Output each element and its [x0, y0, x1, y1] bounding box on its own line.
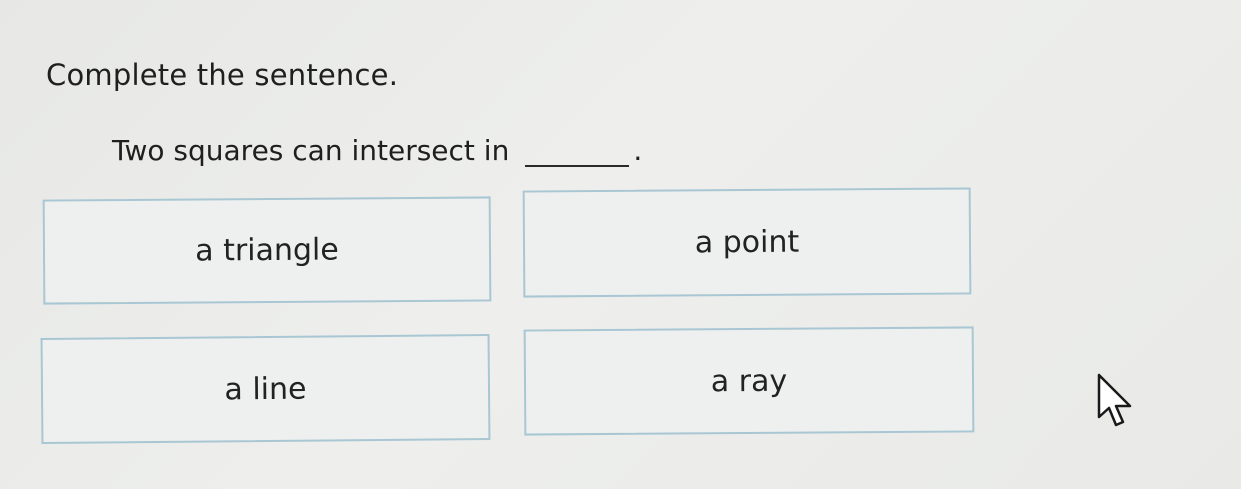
sentence-period: .: [633, 134, 643, 167]
answer-blank: [525, 141, 630, 167]
choice-a-triangle[interactable]: a triangle: [42, 196, 492, 305]
choice-label: a triangle: [195, 232, 339, 269]
choice-a-line[interactable]: a line: [40, 334, 491, 444]
choice-a-ray[interactable]: a ray: [523, 326, 975, 436]
question-sentence: Two squares can intersect in .: [112, 134, 642, 167]
choice-label: a point: [694, 224, 800, 261]
question-text: Two squares can intersect in: [112, 134, 510, 167]
choice-label: a ray: [710, 363, 788, 399]
choice-a-point[interactable]: a point: [522, 187, 972, 298]
choice-label: a line: [224, 371, 307, 407]
mouse-pointer-icon: [1097, 373, 1132, 427]
instruction-text: Complete the sentence.: [46, 58, 399, 92]
